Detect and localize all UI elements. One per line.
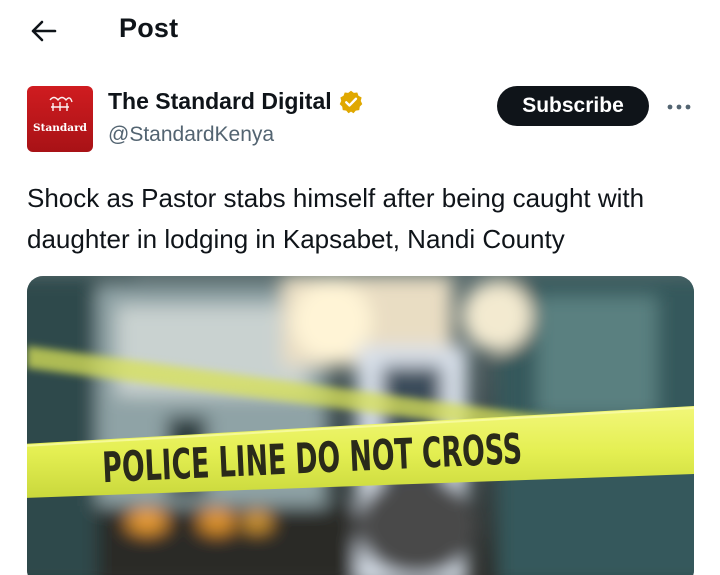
avatar-wordmark: Standard	[33, 122, 88, 134]
arrow-left-icon	[31, 20, 57, 42]
avatar[interactable]: Standard	[27, 86, 93, 152]
page-title: Post	[119, 13, 179, 43]
post-media-image[interactable]: POLICE LINE DO NOT CROSS	[27, 276, 694, 575]
author-display-name[interactable]: The Standard Digital	[108, 88, 332, 115]
back-button[interactable]	[26, 14, 60, 48]
verified-badge-icon	[339, 90, 362, 113]
subscribe-button[interactable]: Subscribe	[497, 86, 649, 126]
more-options-button[interactable]	[664, 92, 694, 122]
post-text: Shock as Pastor stabs himself after bein…	[27, 183, 645, 254]
more-horizontal-icon	[667, 104, 691, 110]
top-bar: Post	[0, 0, 720, 62]
author-handle[interactable]: @StandardKenya	[108, 123, 274, 147]
author-name-row[interactable]: The Standard Digital	[108, 88, 364, 115]
